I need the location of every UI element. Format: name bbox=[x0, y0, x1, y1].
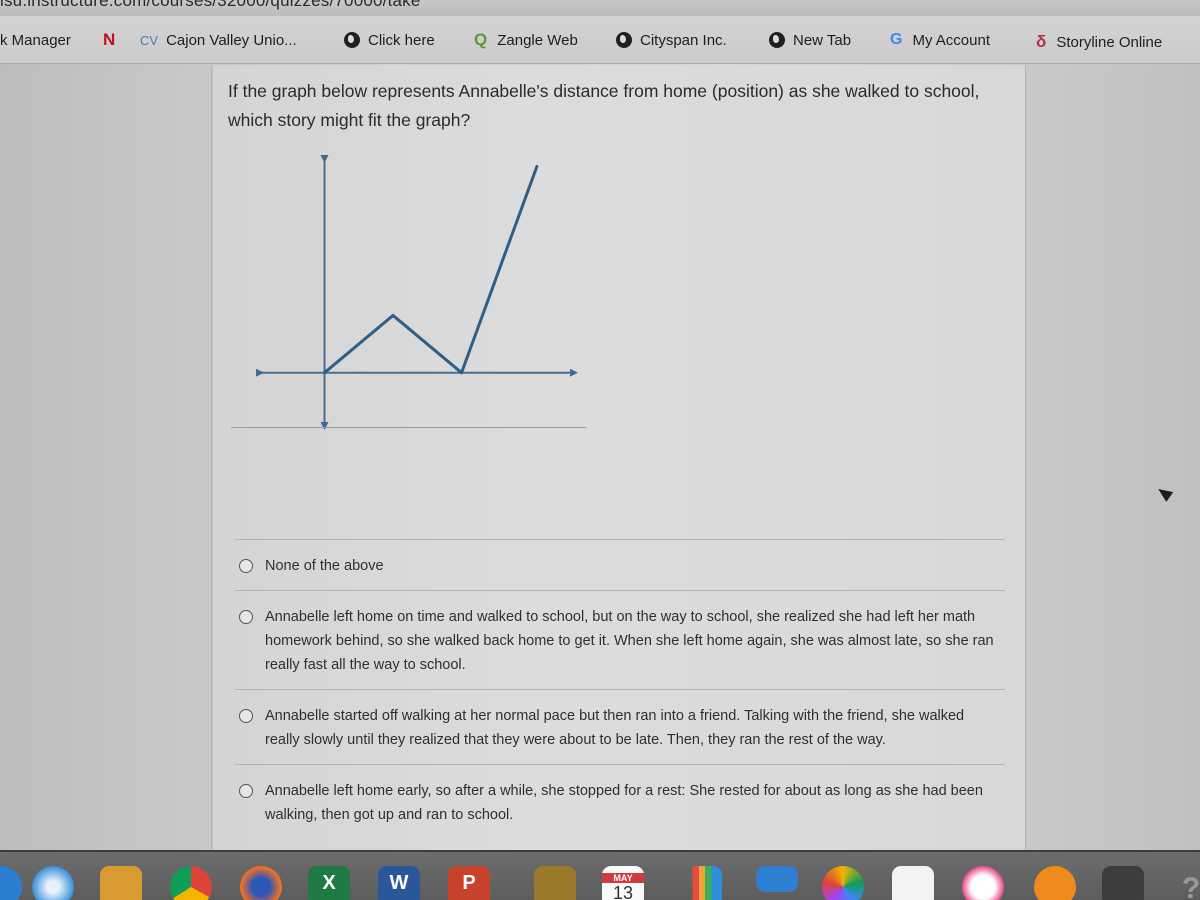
graph-divider bbox=[231, 427, 586, 428]
bookmark-label: My Account bbox=[912, 31, 990, 49]
bookmarks-bar: k Manager N CV Cajon Valley Unio... Clic… bbox=[0, 16, 1200, 64]
graph-segment bbox=[460, 164, 539, 375]
globe-icon bbox=[344, 32, 360, 48]
dock: X W P MAY 13 ? bbox=[0, 850, 1200, 900]
bookmark-netflix[interactable]: N bbox=[103, 28, 115, 52]
safari-icon[interactable] bbox=[32, 866, 74, 900]
bookmark-label: Storyline Online bbox=[1056, 33, 1163, 51]
radio-button[interactable] bbox=[239, 610, 253, 624]
answer-label: Annabelle started off walking at her nor… bbox=[265, 708, 965, 748]
cv-icon: CV bbox=[140, 32, 159, 48]
graph-segment bbox=[391, 313, 464, 375]
bookmark-cityspan[interactable]: Cityspan Inc. bbox=[616, 28, 727, 52]
bookmark-new-tab[interactable]: New Tab bbox=[769, 28, 851, 52]
answer-option[interactable]: Annabelle left home early, so after a wh… bbox=[235, 765, 1005, 839]
calendar-month: MAY bbox=[602, 872, 644, 883]
bookmark-label: Click here bbox=[368, 31, 435, 49]
answer-option[interactable]: Annabelle left home on time and walked t… bbox=[235, 591, 1005, 689]
bookmark-label: Cajon Valley Unio... bbox=[166, 31, 297, 49]
system-preferences-icon[interactable] bbox=[1102, 866, 1144, 900]
answer-option[interactable]: Annabelle started off walking at her nor… bbox=[235, 690, 1005, 764]
numbers-icon[interactable] bbox=[680, 866, 722, 900]
zangle-icon: Q bbox=[474, 30, 488, 49]
reminders-icon[interactable] bbox=[892, 866, 934, 900]
answer-label: Annabelle left home on time and walked t… bbox=[265, 609, 994, 673]
left-sidebar bbox=[0, 65, 212, 855]
right-sidebar bbox=[1025, 65, 1200, 855]
question-text: If the graph below represents Annabelle'… bbox=[228, 81, 980, 130]
calendar-day: 13 bbox=[612, 882, 634, 900]
address-bar[interactable]: isu.instructure.com/courses/32000/quizze… bbox=[0, 0, 1200, 16]
globe-icon bbox=[616, 32, 632, 48]
netflix-icon: N bbox=[103, 30, 116, 49]
radio-button[interactable] bbox=[239, 559, 253, 573]
bookmark-storyline-online[interactable]: δ Storyline Online bbox=[1036, 30, 1162, 54]
graph-segment bbox=[323, 313, 395, 375]
answer-list: None of the above Annabelle left home on… bbox=[235, 539, 1005, 839]
answer-label: None of the above bbox=[265, 558, 384, 574]
bookmark-task-manager[interactable]: k Manager bbox=[0, 28, 71, 52]
bookmark-label: k Manager bbox=[0, 31, 71, 49]
ibooks-icon[interactable] bbox=[1034, 866, 1076, 900]
bookmark-zangle-web[interactable]: Q Zangle Web bbox=[474, 28, 578, 52]
chrome-icon[interactable] bbox=[170, 866, 212, 900]
powerpoint-icon[interactable]: P bbox=[448, 866, 490, 900]
radio-button[interactable] bbox=[239, 709, 253, 723]
globe-icon bbox=[769, 32, 785, 48]
excel-icon[interactable]: X bbox=[308, 866, 350, 900]
answer-option[interactable]: None of the above bbox=[235, 540, 1005, 590]
firefox-icon[interactable] bbox=[240, 866, 282, 900]
help-icon[interactable]: ? bbox=[1170, 866, 1200, 900]
position-time-graph bbox=[256, 155, 578, 430]
quiz-content: If the graph below represents Annabelle'… bbox=[213, 65, 1025, 855]
answer-label: Annabelle left home early, so after a wh… bbox=[265, 783, 983, 823]
finder-icon[interactable] bbox=[0, 866, 22, 900]
preview-icon[interactable] bbox=[100, 866, 142, 900]
calendar-icon[interactable]: MAY 13 bbox=[602, 866, 644, 900]
bookmark-label: Cityspan Inc. bbox=[640, 31, 727, 49]
radio-button[interactable] bbox=[239, 784, 253, 798]
keynote-icon[interactable] bbox=[756, 866, 798, 892]
storyline-icon: δ bbox=[1036, 32, 1047, 51]
bookmark-label: New Tab bbox=[793, 31, 852, 49]
url-text: isu.instructure.com/courses/32000/quizze… bbox=[0, 0, 421, 10]
notes-icon[interactable] bbox=[534, 866, 576, 900]
itunes-icon[interactable] bbox=[962, 866, 1004, 900]
google-icon: G bbox=[890, 31, 903, 48]
photos-icon[interactable] bbox=[822, 866, 864, 900]
word-icon[interactable]: W bbox=[378, 866, 420, 900]
bookmark-label: Zangle Web bbox=[497, 31, 578, 49]
bookmark-cajon-valley[interactable]: CV Cajon Valley Unio... bbox=[140, 28, 297, 52]
bookmark-my-account[interactable]: G My Account bbox=[890, 28, 990, 52]
bookmark-click-here[interactable]: Click here bbox=[344, 28, 435, 52]
